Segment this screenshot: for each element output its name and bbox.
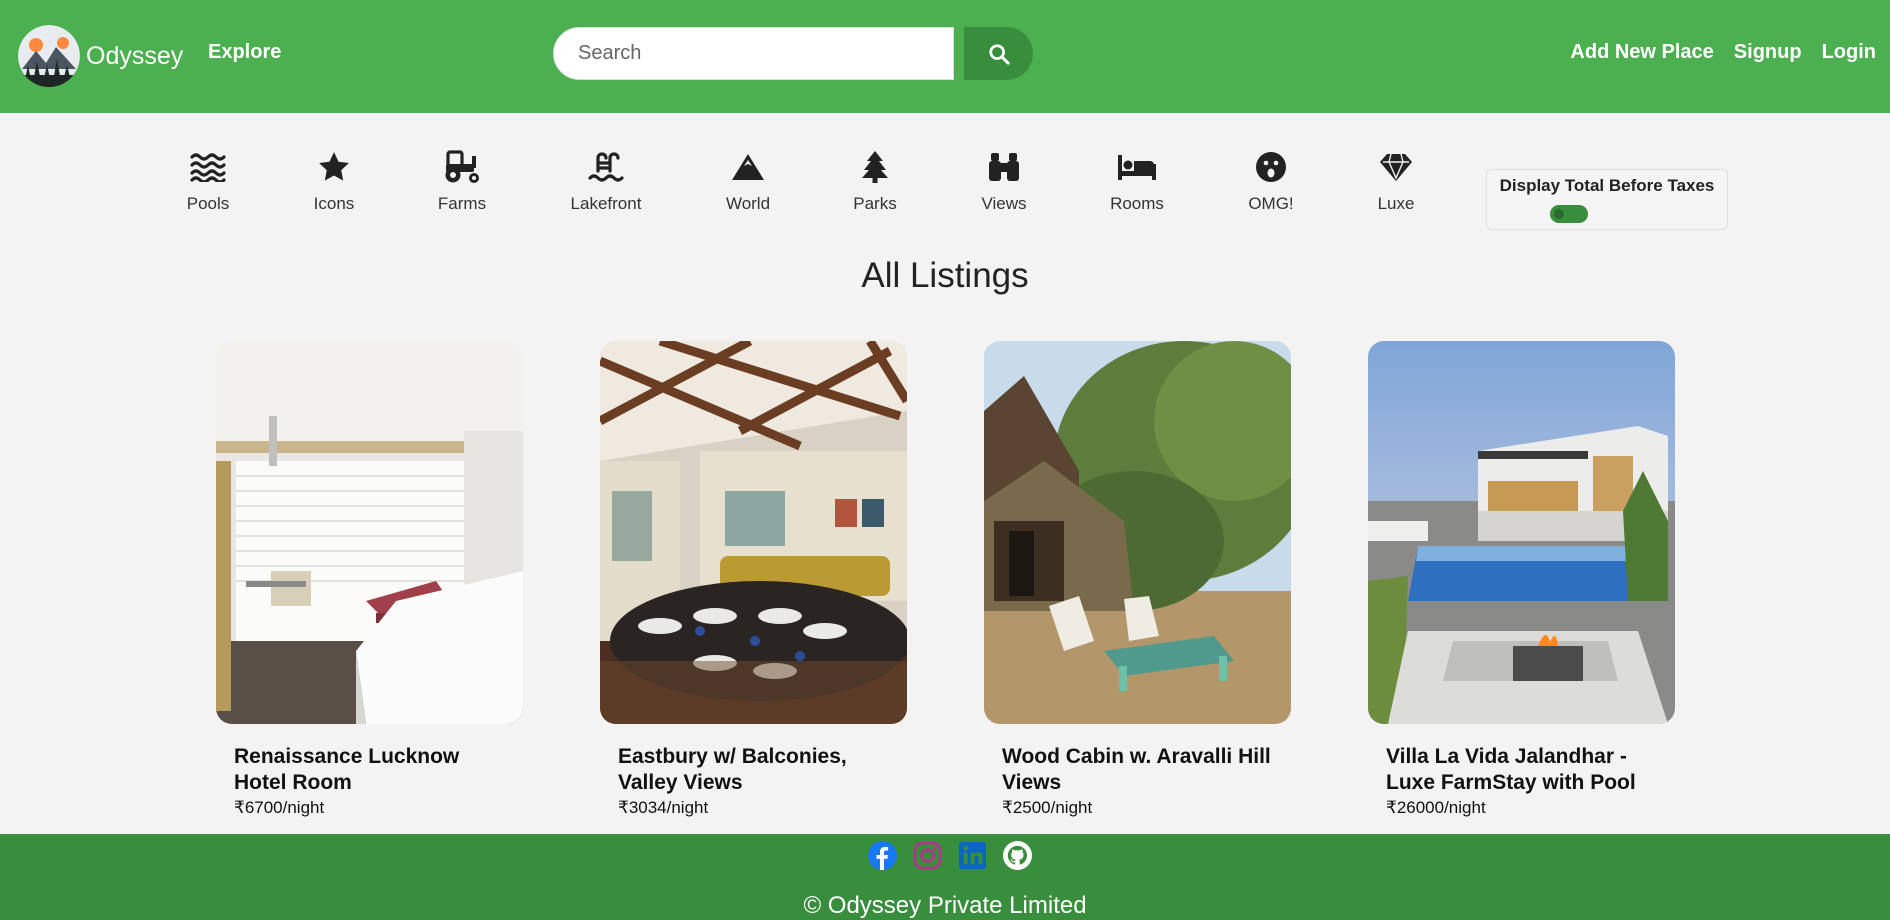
filter-label: Farms [437,194,487,213]
brand[interactable]: Odyssey [18,25,183,87]
listing-title[interactable]: Villa La Vida Jalandhar - Luxe FarmStay … [1386,744,1657,796]
filter-label: OMG! [1248,194,1294,213]
page-title: All Listings [861,256,1029,295]
filter-farms[interactable]: Farms [412,148,512,214]
tractor-icon [445,150,479,183]
explore-link[interactable]: Explore [208,41,281,64]
facebook-icon[interactable] [867,840,898,871]
listing-price: ₹3034/night [618,798,709,817]
filter-icons[interactable]: Icons [284,148,384,214]
tax-toggle-label: Display Total Before Taxes [1499,176,1715,195]
filter-label: Icons [313,194,355,213]
listing-image[interactable] [1368,341,1675,724]
filter-label: Parks [853,194,897,213]
filter-views[interactable]: Views [954,148,1054,214]
listing-price: ₹2500/night [1002,798,1093,817]
search-input[interactable] [553,27,954,80]
toggle-knob [1554,209,1564,219]
footer: © Odyssey Private Limited [0,834,1890,920]
listing-price: ₹26000/night [1386,798,1486,817]
search-icon [988,43,1010,65]
tree-icon [862,151,888,183]
instagram-icon[interactable] [912,840,943,871]
filter-luxe[interactable]: Luxe [1346,148,1446,214]
surprised-face-icon [1256,152,1286,182]
filter-label: Pools [186,194,230,213]
listing-title[interactable]: Eastbury w/ Balconies, Valley Views [618,744,889,796]
tax-toggle-switch[interactable] [1550,205,1588,223]
signup-link[interactable]: Signup [1734,41,1802,64]
listing-card[interactable]: Renaissance Lucknow Hotel Room ₹6700/nig… [216,341,523,818]
tax-toggle-box: Display Total Before Taxes [1486,169,1728,230]
filter-omg[interactable]: OMG! [1221,148,1321,214]
search-button[interactable] [964,27,1033,80]
navbar: Odyssey Explore Add New Place Signup Log… [0,0,1890,113]
filter-pools[interactable]: Pools [158,148,258,214]
water-waves-icon [190,153,226,182]
gem-icon [1380,153,1412,181]
add-new-place-link[interactable]: Add New Place [1570,41,1713,64]
filter-parks[interactable]: Parks [825,148,925,214]
listing-card[interactable]: Wood Cabin w. Aravalli Hill Views ₹2500/… [984,341,1291,818]
filter-label: Luxe [1377,194,1415,213]
login-link[interactable]: Login [1822,41,1876,64]
social-links [867,840,1033,871]
filter-label: Views [981,194,1027,213]
bed-icon [1118,155,1156,180]
listing-card[interactable]: Eastbury w/ Balconies, Valley Views ₹303… [600,341,907,818]
mountain-icon [732,154,764,180]
filter-label: Rooms [1110,194,1164,213]
brand-name[interactable]: Odyssey [86,42,183,71]
filter-label: World [725,194,771,213]
odyssey-logo[interactable] [18,25,80,87]
filter-label: Lakefront [570,194,642,213]
listing-card[interactable]: Villa La Vida Jalandhar - Luxe FarmStay … [1368,341,1675,818]
filter-rooms[interactable]: Rooms [1087,148,1187,214]
listing-image[interactable] [216,341,523,724]
copyright-text: © Odyssey Private Limited [803,892,1087,919]
linkedin-icon[interactable] [957,840,988,871]
nav-links: Add New Place Signup Login [1570,41,1876,64]
binoculars-icon [989,153,1019,181]
listing-title[interactable]: Renaissance Lucknow Hotel Room [234,744,505,796]
listing-image[interactable] [984,341,1291,724]
star-icon [319,152,349,181]
github-icon[interactable] [1002,840,1033,871]
swimming-pool-ladder-icon [588,152,624,182]
filter-world[interactable]: World [698,148,798,214]
listing-title[interactable]: Wood Cabin w. Aravalli Hill Views [1002,744,1273,796]
listing-image[interactable] [600,341,907,724]
filter-lakefront[interactable]: Lakefront [556,148,656,214]
listing-price: ₹6700/night [234,798,325,817]
